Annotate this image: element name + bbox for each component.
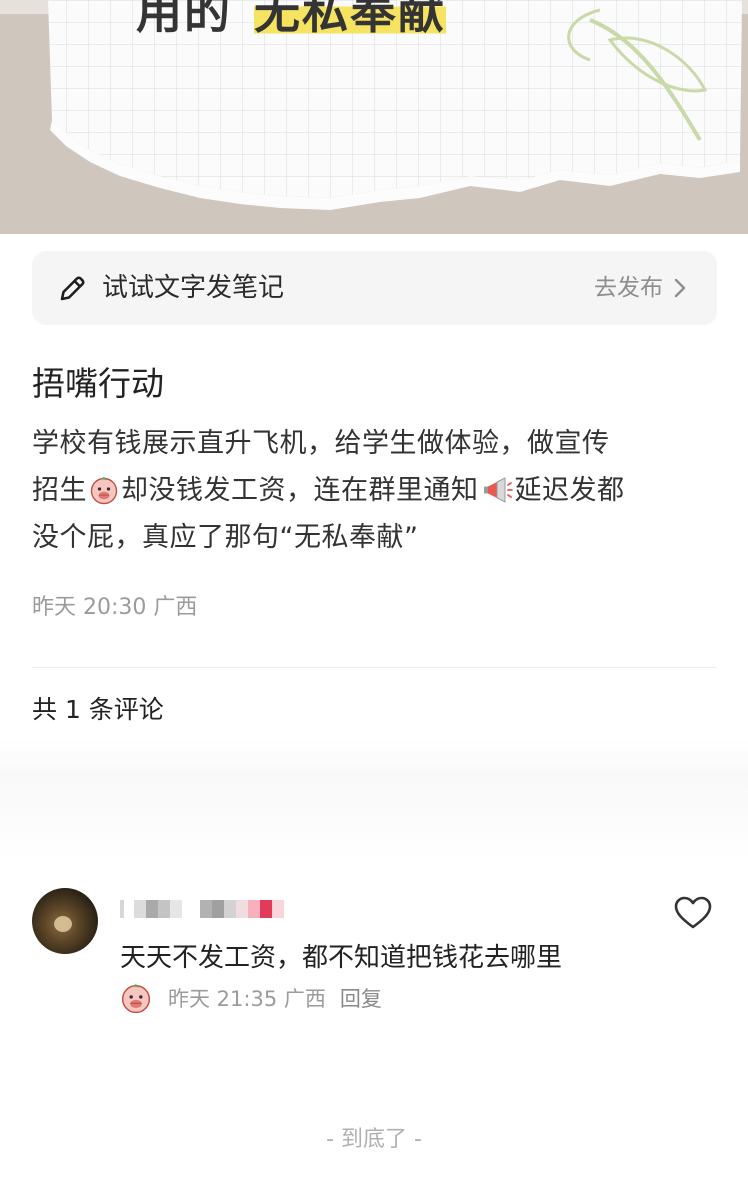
blurred-region	[0, 740, 748, 860]
section-divider	[32, 667, 717, 668]
end-of-list: - 到底了 -	[326, 1127, 422, 1152]
post-body-line-3: 没个屁，真应了那句“无私奉献”	[32, 522, 419, 553]
comment-count: 共 1 条评论	[32, 695, 164, 724]
comment-time-location: 昨天 21:35 广西	[168, 987, 326, 1011]
compose-note-bar[interactable]: 试试文字发笔记 去发布	[32, 251, 717, 325]
image-caption-highlight: 无私奉献	[254, 0, 446, 39]
post-image[interactable]: 用的 无私奉献	[0, 0, 748, 234]
post-body-text: 招生	[32, 475, 87, 506]
post-body-text: 延迟发都	[514, 475, 625, 506]
post-body-line-2: 招生 却没钱发工资，连在群里通知 延迟发都	[32, 467, 722, 514]
post-title: 捂嘴行动	[32, 364, 164, 403]
post-body-line-1: 学校有钱展示直升飞机，给学生做体验，做宣传	[32, 428, 610, 459]
megaphone-emoji	[483, 477, 513, 503]
image-caption: 用的 无私奉献	[136, 0, 446, 42]
comment-meta: 昨天 21:35 广西 回复	[120, 982, 382, 1014]
comment-item: 天天不发工资，都不知道把钱花去哪里 昨天 21:35 广西 回复	[32, 886, 722, 1026]
heart-outline-icon[interactable]	[674, 896, 712, 930]
image-caption-prefix: 用的	[136, 0, 232, 39]
publish-link[interactable]: 去发布	[594, 271, 663, 305]
avatar[interactable]	[32, 888, 98, 954]
compose-hint: 试试文字发笔记	[102, 273, 285, 303]
face-with-hand-over-mouth-sticker	[121, 984, 151, 1014]
avatar-highlight	[54, 916, 72, 932]
comment-text: 天天不发工资，都不知道把钱花去哪里	[120, 943, 563, 973]
post-body: 学校有钱展示直升飞机，给学生做体验，做宣传 招生 却没钱发工资，连在群里通知 延…	[32, 420, 722, 561]
post-body-text: 却没钱发工资，连在群里通知	[121, 475, 479, 506]
chevron-right-icon	[674, 278, 686, 298]
pencil-icon	[60, 276, 85, 301]
reply-button[interactable]: 回复	[340, 983, 382, 1013]
post-meta: 昨天 20:30 广西	[32, 595, 198, 620]
redacted-username[interactable]	[120, 900, 284, 918]
face-with-hand-over-mouth-sticker	[90, 477, 118, 505]
